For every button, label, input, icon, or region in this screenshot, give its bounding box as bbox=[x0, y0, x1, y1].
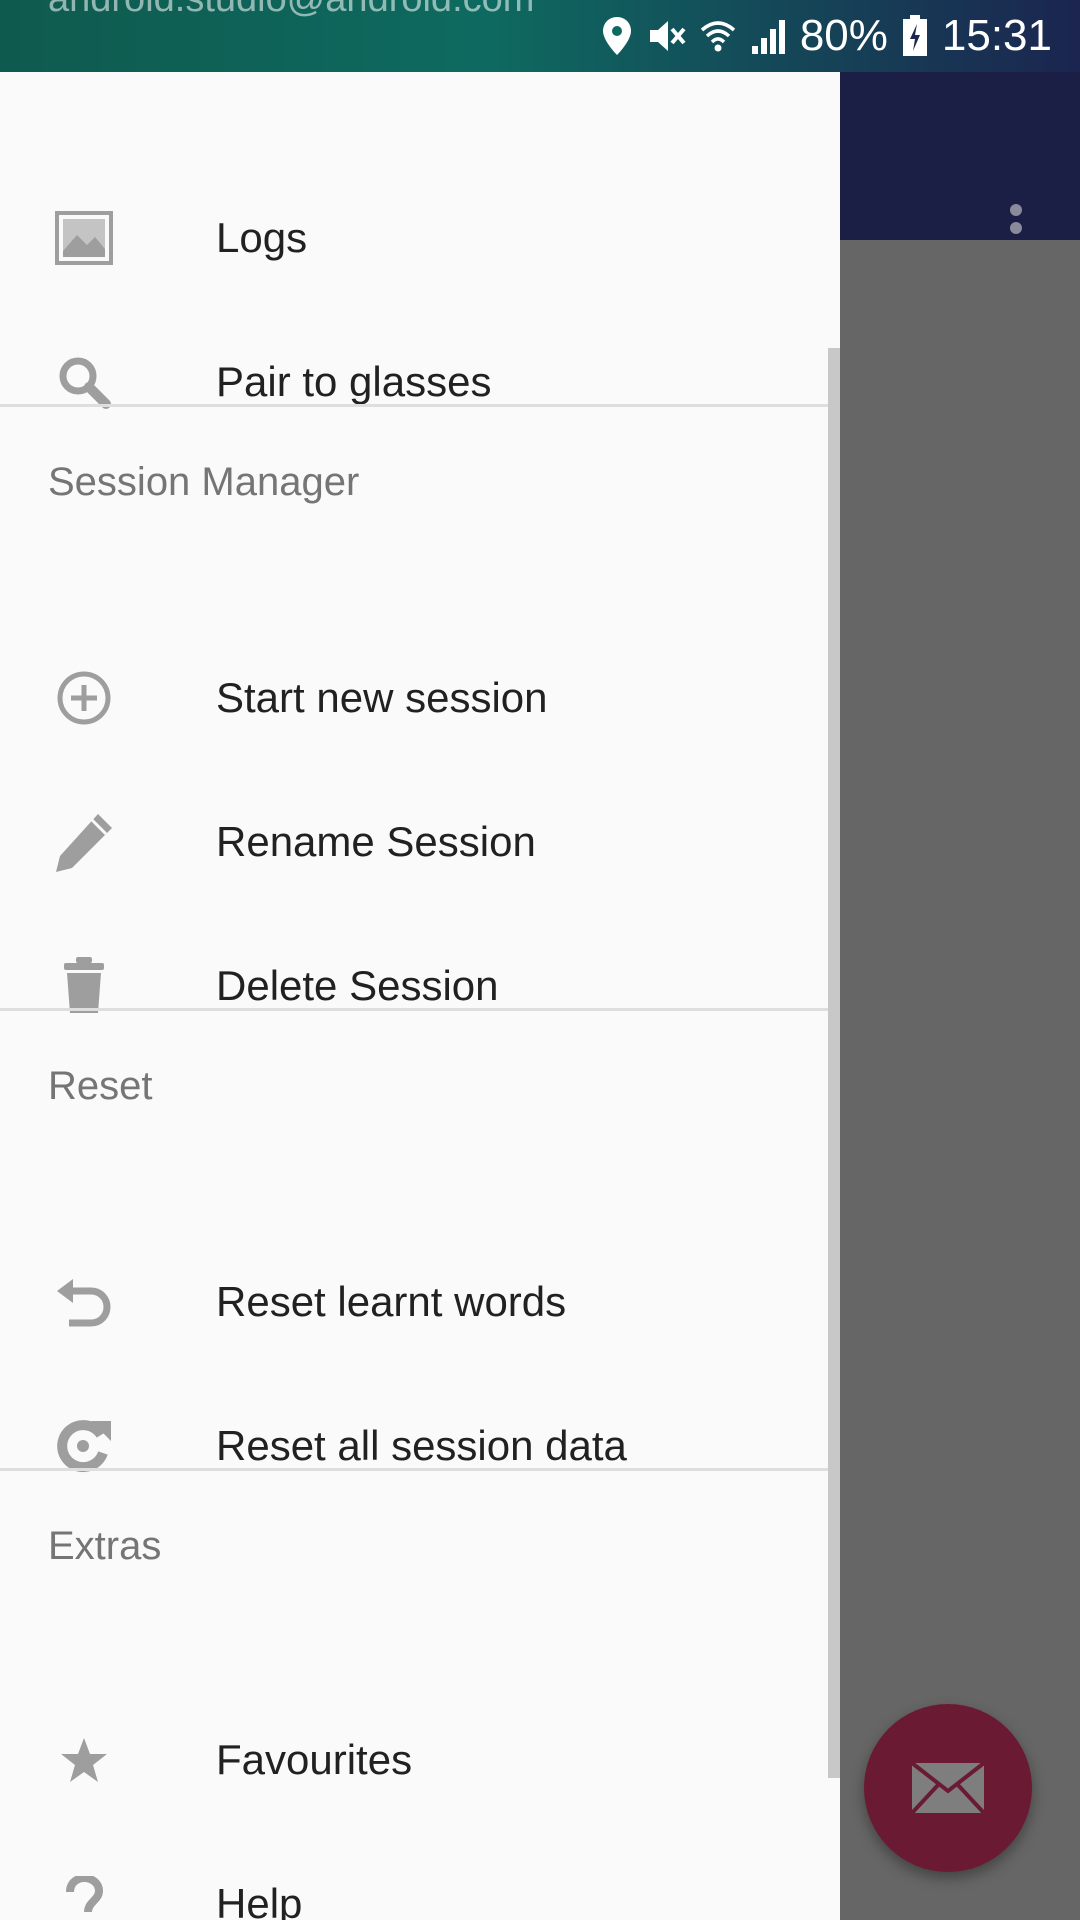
pencil-icon bbox=[48, 812, 120, 872]
mail-icon bbox=[910, 1761, 986, 1815]
drawer-item-label: Rename Session bbox=[216, 818, 536, 865]
drawer-item-label: Pair to glasses bbox=[216, 358, 492, 405]
drawer-item-label: Logs bbox=[216, 214, 308, 261]
undo-icon bbox=[48, 1272, 120, 1332]
drawer-item-reset-learnt-words[interactable]: Reset learnt words bbox=[0, 1230, 840, 1374]
compose-fab-button[interactable] bbox=[864, 1704, 1032, 1872]
search-icon bbox=[48, 352, 120, 412]
signal-icon bbox=[750, 16, 786, 56]
drawer-item-reset-all-session-data[interactable]: Reset all session data bbox=[0, 1374, 840, 1518]
status-bar: android.studio@android.com bbox=[0, 0, 1080, 72]
drawer-item-label: Favourites bbox=[216, 1736, 413, 1783]
mute-icon bbox=[646, 16, 686, 56]
drawer-item-logs[interactable]: Logs bbox=[0, 166, 840, 310]
divider bbox=[0, 404, 840, 407]
add-circle-icon bbox=[48, 668, 120, 728]
trash-icon bbox=[48, 956, 120, 1016]
drawer-item-label: Help bbox=[216, 1880, 303, 1920]
image-icon bbox=[48, 208, 120, 268]
drawer-item-rename-session[interactable]: Rename Session bbox=[0, 770, 840, 914]
drawer-item-start-new-session[interactable]: Start new session bbox=[0, 626, 840, 770]
help-icon bbox=[48, 1874, 120, 1920]
star-icon bbox=[48, 1730, 120, 1790]
section-header-reset: Reset bbox=[48, 1064, 153, 1108]
drawer-item-delete-session[interactable]: Delete Session bbox=[0, 914, 840, 1058]
drawer-item-label: Reset all session data bbox=[216, 1422, 627, 1469]
clock: 15:31 bbox=[941, 11, 1052, 60]
battery-charging-icon bbox=[902, 15, 928, 57]
divider bbox=[0, 1008, 840, 1011]
navigation-drawer: Logs Pair to glasses Session Manager Sta… bbox=[0, 72, 840, 1920]
drawer-item-pair-to-glasses[interactable]: Pair to glasses bbox=[0, 310, 840, 454]
location-icon bbox=[602, 16, 632, 56]
divider bbox=[0, 1468, 840, 1471]
drawer-item-label: Delete Session bbox=[216, 962, 499, 1009]
drawer-item-help[interactable]: Help bbox=[0, 1832, 840, 1920]
account-email: android.studio@android.com bbox=[48, 0, 534, 21]
section-header-session-manager: Session Manager bbox=[48, 460, 360, 504]
battery-percentage: 80% bbox=[799, 11, 888, 60]
wifi-icon bbox=[700, 16, 736, 56]
section-header-extras: Extras bbox=[48, 1524, 162, 1568]
refresh-icon bbox=[48, 1416, 120, 1476]
drawer-scrollbar[interactable] bbox=[828, 348, 840, 1778]
drawer-item-label: Start new session bbox=[216, 674, 548, 721]
drawer-item-label: Reset learnt words bbox=[216, 1278, 567, 1325]
drawer-item-favourites[interactable]: Favourites bbox=[0, 1688, 840, 1832]
